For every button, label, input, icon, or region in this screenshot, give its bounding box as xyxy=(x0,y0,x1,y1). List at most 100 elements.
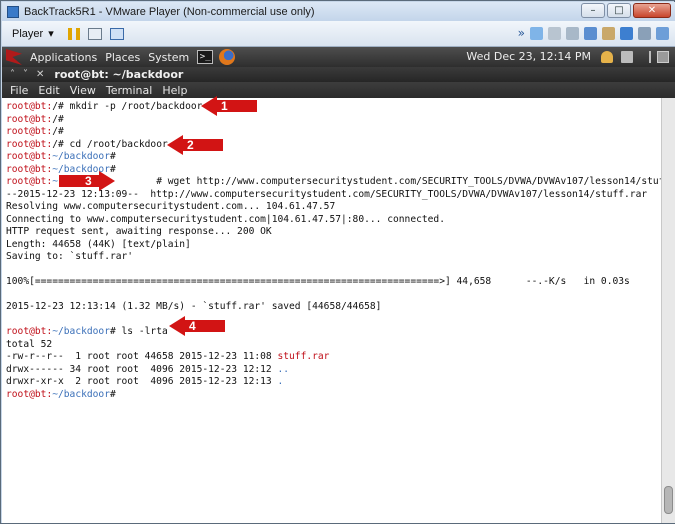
prompt-user: root@bt xyxy=(6,113,47,125)
output-text: HTTP request sent, awaiting response... … xyxy=(6,226,272,237)
terminal-line: drwx------ 34 root root 4096 2015-12-23 … xyxy=(6,364,661,377)
fullscreen-icon[interactable] xyxy=(109,27,124,40)
command-text: # ls -lrta xyxy=(109,326,168,337)
output-text: Saving to: `stuff.rar' xyxy=(6,251,134,262)
terminal-menubar: File Edit View Terminal Help xyxy=(2,82,675,98)
backtrack-logo-icon[interactable] xyxy=(6,49,22,65)
panel-clock[interactable]: Wed Dec 23, 12:14 PM xyxy=(466,50,591,63)
terminal-launcher-icon[interactable]: >_ xyxy=(197,50,214,64)
annotation-label-2: 2 xyxy=(183,139,223,151)
command-text: # cd /root/backdoor xyxy=(58,138,168,150)
command-text: # xyxy=(58,113,64,125)
usb-icon[interactable] xyxy=(602,27,615,40)
floppy-icon[interactable] xyxy=(566,27,579,40)
terminal-line: Saving to: `stuff.rar' xyxy=(6,251,661,264)
menu-applications[interactable]: Applications xyxy=(30,51,97,64)
menu-file[interactable]: File xyxy=(10,84,28,97)
prompt-user: root@bt xyxy=(6,138,47,150)
menu-edit[interactable]: Edit xyxy=(38,84,59,97)
arrow-head-icon xyxy=(99,171,115,191)
close-button[interactable]: ✕ xyxy=(633,3,671,18)
file-name: .. xyxy=(277,363,290,375)
terminal-line: -rw-r--r-- 1 root root 44658 2015-12-23 … xyxy=(6,351,661,364)
vmware-toolbar: Player ▾ » xyxy=(2,21,675,47)
terminal-line: total 52 xyxy=(6,339,661,352)
window-title: BackTrack5R1 - VMware Player (Non-commer… xyxy=(24,5,315,18)
terminal-line: 2015-12-23 12:13:14 (1.32 MB/s) - `stuff… xyxy=(6,301,661,314)
panel-separator-icon xyxy=(649,51,651,63)
prompt-path: ~/backdoor xyxy=(52,151,110,162)
command-text: # mkdir -p /root/backdoor xyxy=(58,101,203,112)
workspace-switcher-icon[interactable] xyxy=(657,51,669,63)
scrollbar-thumb[interactable] xyxy=(664,486,673,514)
output-text: 2015-12-23 12:13:14 (1.32 MB/s) - `stuff… xyxy=(6,301,382,312)
printer-icon[interactable] xyxy=(638,27,651,40)
menu-places[interactable]: Places xyxy=(105,51,140,64)
output-text: -rw-r--r-- 1 root root 44658 2015-12-23 … xyxy=(6,351,278,362)
terminal-line: HTTP request sent, awaiting response... … xyxy=(6,226,661,239)
annotation-label-3: 3 xyxy=(59,175,99,187)
command-text: # xyxy=(109,388,116,400)
menu-system[interactable]: System xyxy=(148,51,189,64)
prompt-user: root@bt xyxy=(6,126,47,137)
more-devices-icon[interactable]: » xyxy=(518,27,525,40)
file-name: . xyxy=(277,376,284,387)
harddisk-icon[interactable] xyxy=(530,27,543,40)
chevron-down-icon: ▾ xyxy=(48,28,54,40)
annotation-arrow-3: 3 xyxy=(59,171,115,191)
minimize-button[interactable]: – xyxy=(581,3,605,18)
terminal-scrollbar[interactable] xyxy=(661,98,675,523)
prompt-path: ~/backdoor xyxy=(52,388,110,400)
chevron-down-icon[interactable]: ˅ xyxy=(23,69,28,80)
terminal-titlebar[interactable]: ˄ ˅ ✕ root@bt: ~/backdoor xyxy=(2,67,675,82)
terminal-line: root@bt:/# xyxy=(6,114,661,127)
maximize-button[interactable]: □ xyxy=(607,3,631,18)
annotation-arrow-4: 4 xyxy=(169,316,225,336)
file-name: stuff.rar xyxy=(277,351,330,362)
network-adapter-icon[interactable] xyxy=(584,27,597,40)
terminal-output[interactable]: root@bt:/# mkdir -p /root/backdoor root@b… xyxy=(2,98,661,523)
output-text: Length: 44658 (44K) [text/plain] xyxy=(6,238,191,250)
arrow-head-icon xyxy=(201,96,217,116)
arrow-head-icon xyxy=(167,135,183,155)
terminal-line: root@bt:~/backdoor# xyxy=(6,151,661,164)
sound-icon[interactable] xyxy=(620,27,633,40)
terminal-line: Resolving www.computersecuritystudent.co… xyxy=(6,201,661,214)
terminal-close-icon[interactable]: ✕ xyxy=(36,69,44,80)
volume-icon[interactable] xyxy=(621,51,633,63)
arrow-head-icon xyxy=(169,316,185,336)
terminal-line: root@bt:~/backdoor# ls -lrta xyxy=(6,326,661,339)
message-icon[interactable] xyxy=(656,27,669,40)
firefox-icon[interactable] xyxy=(219,49,236,65)
prompt-user: root@bt xyxy=(6,163,47,175)
output-text: 100%[===================================… xyxy=(6,276,630,287)
terminal-title: root@bt: ~/backdoor xyxy=(54,68,184,81)
window-titlebar[interactable]: BackTrack5R1 - VMware Player (Non-commer… xyxy=(2,2,675,21)
command-text: # wget http://www.computersecuritystuden… xyxy=(58,176,661,187)
pause-icon[interactable] xyxy=(67,27,80,40)
command-text: # xyxy=(58,126,64,137)
output-text: total 52 xyxy=(6,338,53,350)
network-icon[interactable] xyxy=(87,27,102,40)
terminal-line: 100%[===================================… xyxy=(6,276,661,289)
terminal-line: root@bt:~/backdoor# xyxy=(6,389,661,402)
terminal-line: Length: 44658 (44K) [text/plain] xyxy=(6,239,661,252)
prompt-path: ~/backdoor xyxy=(52,326,110,337)
player-menu-button[interactable]: Player ▾ xyxy=(12,27,54,41)
output-text: Connecting to www.computersecuritystuden… xyxy=(6,213,445,225)
annotation-arrow-1: 1 xyxy=(201,96,257,116)
menu-help[interactable]: Help xyxy=(162,84,187,97)
device-icons: » xyxy=(518,27,669,40)
menu-view[interactable]: View xyxy=(70,84,96,97)
prompt-user: root@bt xyxy=(6,176,47,187)
menu-terminal[interactable]: Terminal xyxy=(106,84,153,97)
command-text: # xyxy=(109,151,116,162)
chevron-up-icon[interactable]: ˄ xyxy=(10,69,15,80)
output-text: drwx------ 34 root root 4096 2015-12-23 … xyxy=(6,363,278,375)
cdrom-icon[interactable] xyxy=(548,27,561,40)
annotation-arrow-2: 2 xyxy=(167,135,223,155)
user-icon[interactable] xyxy=(601,51,613,63)
